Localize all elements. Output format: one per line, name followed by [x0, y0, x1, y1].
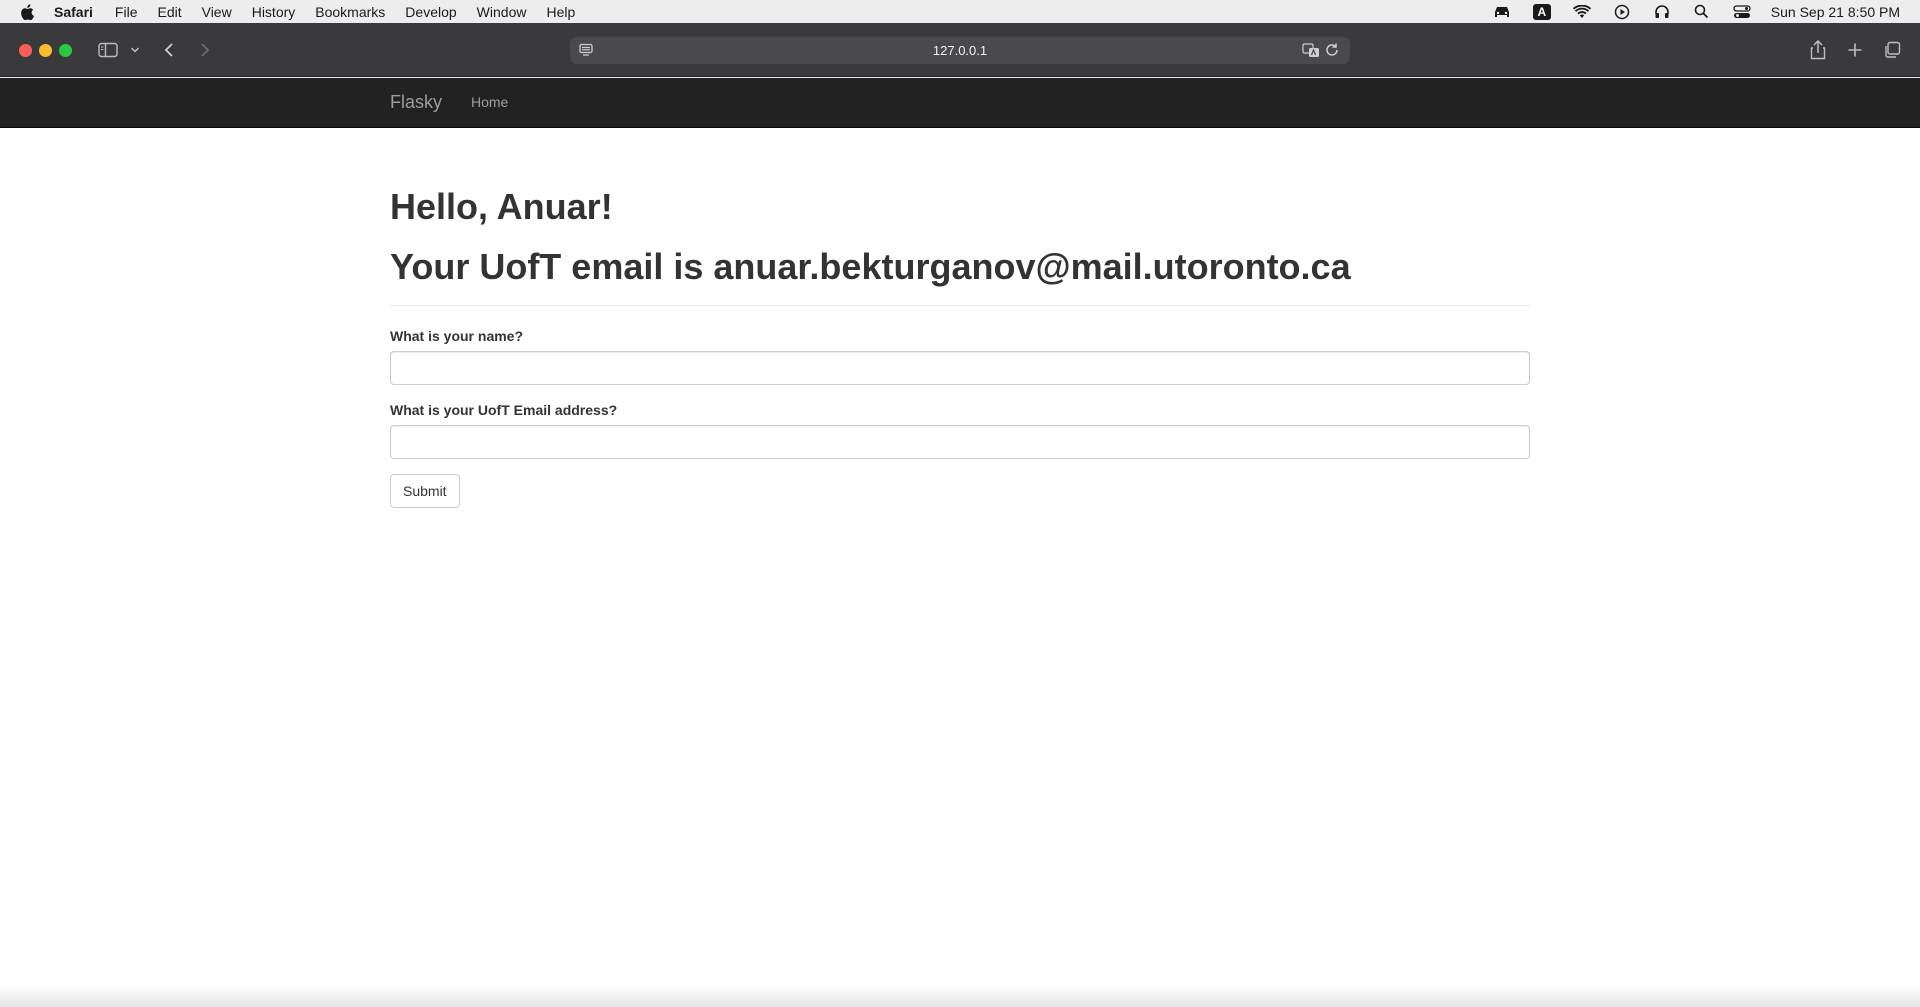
menu-bookmarks[interactable]: Bookmarks	[313, 4, 387, 20]
forward-arrow-icon[interactable]	[196, 38, 214, 62]
email-field-label: What is your UofT Email address?	[390, 402, 618, 418]
zoom-window-button[interactable]	[59, 44, 72, 57]
play-circle-icon[interactable]	[1611, 3, 1633, 21]
headphones-icon[interactable]	[1651, 3, 1673, 21]
header-divider	[390, 305, 1530, 306]
control-center-icon[interactable]	[1731, 3, 1753, 21]
email-input[interactable]	[390, 425, 1530, 459]
menu-history[interactable]: History	[250, 4, 298, 20]
share-icon[interactable]	[1806, 38, 1830, 62]
navbar-link-home[interactable]: Home	[471, 94, 508, 110]
translate-icon[interactable]	[1302, 42, 1320, 61]
menu-develop[interactable]: Develop	[403, 4, 458, 20]
web-page: Flasky Home Hello, Anuar! Your UofT emai…	[0, 78, 1920, 1007]
sidebar-toggle-icon[interactable]	[96, 38, 120, 62]
page-settings-icon[interactable]	[578, 42, 594, 61]
macos-menu-bar: Safari File Edit View History Bookmarks …	[0, 0, 1920, 23]
address-url: 127.0.0.1	[932, 43, 988, 58]
tab-overview-icon[interactable]	[1880, 38, 1904, 62]
menu-help[interactable]: Help	[544, 4, 577, 20]
address-bar[interactable]: 127.0.0.1	[570, 37, 1350, 64]
email-heading: Your UofT email is anuar.bekturganov@mai…	[390, 246, 1351, 287]
name-field-label: What is your name?	[390, 328, 524, 344]
menu-app-safari[interactable]: Safari	[52, 4, 95, 20]
close-window-button[interactable]	[19, 44, 32, 57]
input-source-icon[interactable]: A	[1531, 3, 1553, 21]
site-navbar: Flasky Home	[0, 78, 1920, 128]
navbar-brand-flasky[interactable]: Flasky	[390, 92, 442, 113]
menu-edit[interactable]: Edit	[155, 4, 183, 20]
reload-icon[interactable]	[1324, 42, 1340, 61]
chevron-down-icon[interactable]	[128, 38, 142, 62]
new-tab-plus-icon[interactable]	[1843, 38, 1867, 62]
back-arrow-icon[interactable]	[160, 38, 178, 62]
name-input[interactable]	[390, 351, 1530, 385]
input-source-label: A	[1532, 3, 1551, 20]
apple-logo-icon[interactable]	[14, 3, 40, 20]
greeting-heading: Hello, Anuar!	[390, 186, 613, 227]
menu-window[interactable]: Window	[475, 4, 529, 20]
minimize-window-button[interactable]	[39, 44, 52, 57]
menu-view[interactable]: View	[200, 4, 234, 20]
submit-button[interactable]: Submit	[390, 474, 460, 508]
menu-file[interactable]: File	[113, 4, 140, 20]
wifi-icon[interactable]	[1571, 3, 1593, 21]
window-bottom-shadow	[0, 985, 1920, 1007]
menubar-clock[interactable]: Sun Sep 21 8:50 PM	[1771, 4, 1900, 20]
car-icon[interactable]	[1491, 3, 1513, 21]
browser-toolbar: 127.0.0.1	[0, 23, 1920, 77]
spotlight-search-icon[interactable]	[1691, 3, 1713, 21]
